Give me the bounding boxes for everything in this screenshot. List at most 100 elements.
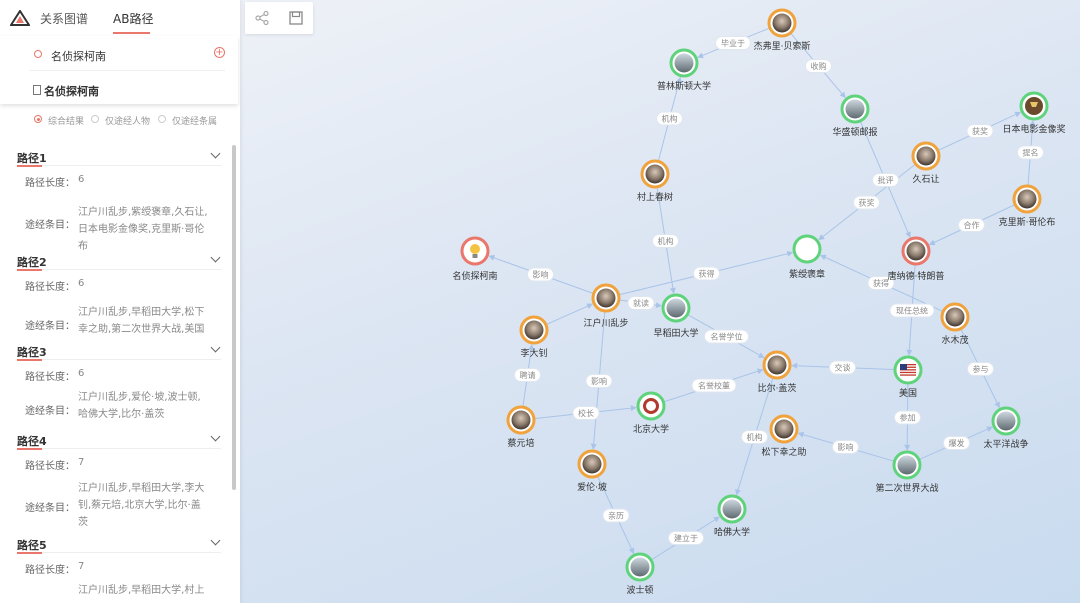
graph-node-conan[interactable]: 名侦探柯南 (452, 236, 498, 282)
graph-node-mizuki[interactable]: 水木茂 (940, 302, 970, 346)
edge-label: 建立于 (674, 533, 698, 543)
node-label: 比尔·盖茨 (758, 382, 797, 394)
scene-icon (630, 557, 650, 577)
graph-edge[interactable]: 机构 (735, 377, 774, 496)
building-icon (674, 53, 694, 73)
edge-label: 爆发 (949, 438, 965, 448)
graph-edge[interactable]: 交谈 (791, 360, 896, 375)
graph-edge[interactable]: 获得 (618, 250, 794, 296)
graph-node-wapo[interactable]: 华盛顿邮报 (832, 94, 878, 138)
person-portrait-icon (906, 241, 926, 261)
person-portrait-icon (596, 288, 616, 308)
building-icon (845, 99, 865, 119)
edge-label: 名誉校董 (698, 381, 730, 391)
graph-node-matsushita[interactable]: 松下幸之助 (761, 414, 807, 458)
edge-label: 机构 (658, 236, 674, 246)
node-ring (792, 234, 822, 264)
node-label: 哈佛大学 (714, 526, 750, 538)
edge-label: 影响 (533, 270, 549, 280)
edge-label: 亲历 (608, 511, 624, 521)
graph-node-gates[interactable]: 比尔·盖茨 (758, 350, 797, 394)
node-label: 早稻田大学 (653, 327, 698, 339)
node-label: 蔡元培 (507, 437, 534, 449)
trophy-icon (1025, 97, 1043, 115)
node-label: 名侦探柯南 (452, 270, 497, 282)
scene-icon (996, 411, 1016, 431)
graph-edge[interactable]: 影响 (797, 431, 895, 462)
edge-label: 机构 (662, 114, 678, 124)
graph-edge[interactable]: 建立于 (650, 516, 720, 561)
edge-label: 获奖 (859, 198, 875, 208)
graph-node-pku[interactable]: 北京大学 (633, 391, 669, 435)
graph-node-prince[interactable]: 普林斯顿大学 (657, 48, 711, 92)
graph-node-jiushi[interactable]: 久石让 (911, 141, 941, 185)
edge-label: 校长 (578, 408, 594, 418)
graph-node-zishou[interactable]: 紫绶褒章 (789, 234, 825, 280)
graph-edge[interactable]: 获得 (819, 254, 944, 313)
edges-layer: 毕业于收购机构机构获奖获奖提名合作批评影响 获得就读影响获得参与现任总统交谈参加爆… (488, 27, 1044, 561)
person-portrait-icon (767, 355, 787, 375)
node-label: 水木茂 (941, 334, 968, 346)
node-label: 日本电影金像奖 (1002, 123, 1065, 135)
nodes-layer: 杰弗里·贝索斯普林斯顿大学华盛顿邮报 日本电影金像奖久石让村上春树克里斯·哥伦布名… (452, 8, 1066, 596)
node-label: 久石让 (912, 173, 939, 185)
node-label: 李大钊 (520, 347, 547, 359)
person-portrait-icon (524, 320, 544, 340)
edge-label: 收购 (811, 61, 827, 71)
graph-edge[interactable]: 校长 (533, 405, 637, 420)
graph-edge[interactable]: 影响 (488, 255, 594, 295)
edge-label: 现任总统 (896, 306, 928, 316)
scene-icon (897, 455, 917, 475)
node-label: 紫绶褒章 (789, 268, 825, 280)
graph-edge[interactable]: 爆发 (918, 426, 993, 461)
graph-edge[interactable]: 名誉学位 (687, 313, 765, 359)
node-label: 克里斯·哥伦布 (999, 216, 1056, 228)
edge-label: 影响 (591, 376, 607, 386)
edge-label: 影响 (838, 442, 854, 452)
graph-edge[interactable]: 批评 (859, 120, 911, 238)
person-portrait-icon (511, 410, 531, 430)
graph-edge[interactable]: 影响 (585, 310, 613, 450)
graph-node-caiyuanpei[interactable]: 蔡元培 (506, 405, 536, 449)
graph-node-usa[interactable]: 美国 (893, 355, 923, 399)
graph-node-edogawa[interactable]: 江户川乱步 (583, 283, 629, 329)
person-portrait-icon (1017, 189, 1037, 209)
graph-node-poe[interactable]: 爱伦·坡 (577, 449, 607, 493)
node-label: 波士顿 (626, 584, 653, 596)
building-icon (722, 499, 742, 519)
graph-node-lidazhao[interactable]: 李大钊 (519, 315, 549, 359)
graph-node-jpfilm[interactable]: 日本电影金像奖 (1002, 91, 1066, 135)
edge-label: 交谈 (835, 363, 851, 373)
person-portrait-icon (582, 454, 602, 474)
graph-node-murakami[interactable]: 村上春树 (637, 159, 673, 203)
edge-label: 参加 (900, 413, 916, 423)
edge-label: 参与 (973, 364, 989, 374)
person-portrait-icon (772, 13, 792, 33)
graph-node-boston[interactable]: 波士顿 (625, 552, 655, 596)
graph-edge[interactable]: 就读 (618, 296, 662, 310)
graph-node-pacific[interactable]: 太平洋战争 (983, 406, 1029, 450)
node-label: 杰弗里·贝索斯 (754, 40, 811, 52)
building-icon (666, 298, 686, 318)
person-portrait-icon (945, 307, 965, 327)
edge-label: 获得 (699, 269, 715, 279)
edge-label: 就读 (633, 298, 649, 308)
node-label: 第二次世界大战 (875, 482, 938, 494)
knowledge-graph[interactable]: 毕业于收购机构机构获奖获奖提名合作批评影响 获得就读影响获得参与现任总统交谈参加爆… (0, 0, 1080, 603)
graph-edge[interactable]: 名誉校董 (663, 368, 764, 403)
edge-label: 合作 (964, 220, 980, 230)
edge-label: 提名 (1023, 148, 1039, 158)
node-label: 爱伦·坡 (577, 481, 607, 493)
person-portrait-icon (916, 146, 936, 166)
edge-label: 批评 (878, 175, 894, 185)
node-label: 村上春树 (637, 191, 673, 203)
graph-node-chris[interactable]: 克里斯·哥伦布 (999, 184, 1056, 228)
edge-label: 聘请 (520, 370, 536, 380)
node-label: 松下幸之助 (761, 446, 806, 458)
node-label: 江户川乱步 (583, 317, 628, 329)
graph-node-harvard[interactable]: 哈佛大学 (714, 494, 750, 538)
edge-label: 机构 (747, 432, 763, 442)
graph-node-trump[interactable]: 唐纳德·特朗普 (888, 236, 945, 282)
graph-edge[interactable]: 获奖 (818, 163, 917, 241)
person-portrait-icon (774, 419, 794, 439)
